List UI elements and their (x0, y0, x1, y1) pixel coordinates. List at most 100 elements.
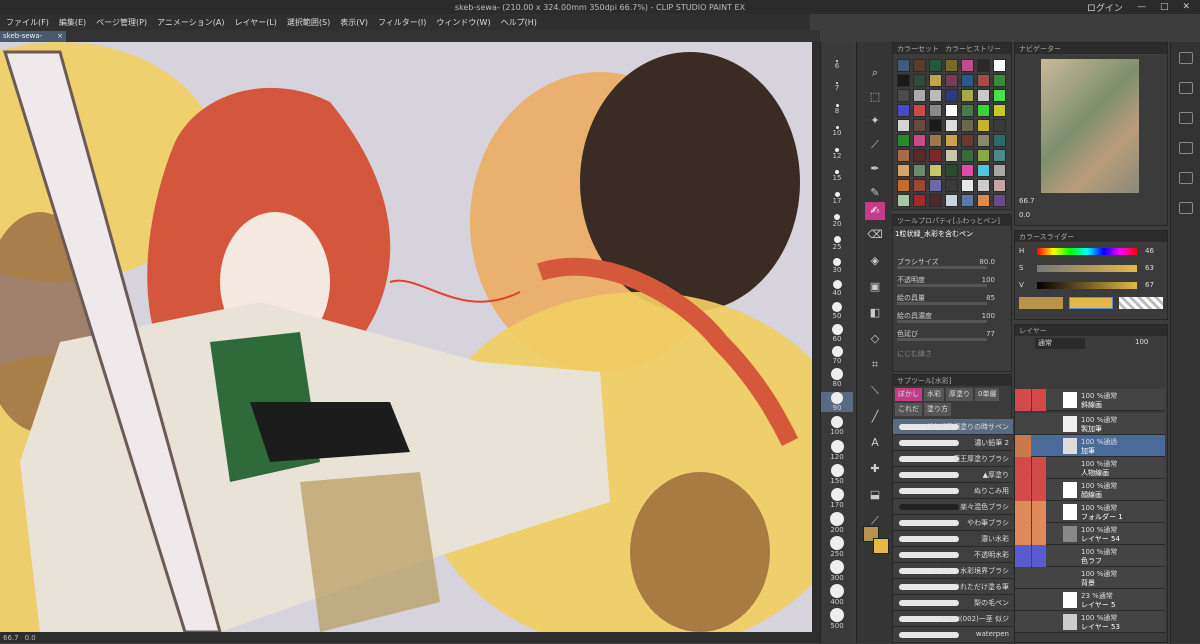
blend-mode-select[interactable]: 通常 (1035, 338, 1085, 349)
color-swatch[interactable] (945, 119, 958, 132)
color-swatch[interactable] (993, 59, 1006, 72)
menu-help[interactable]: ヘルプ(H) (501, 17, 537, 28)
text-tool-icon[interactable]: A (865, 434, 885, 452)
color-swatch[interactable] (961, 149, 974, 162)
brush-size-item[interactable]: 80 (821, 368, 853, 388)
color-swatch[interactable] (977, 164, 990, 177)
color-swatch[interactable] (993, 89, 1006, 102)
main-color-chip[interactable] (1019, 297, 1063, 309)
color-swatch[interactable] (993, 164, 1006, 177)
color-swatch[interactable] (897, 179, 910, 192)
layer-row[interactable]: 100 %通常 レイヤー 54 (1015, 523, 1165, 545)
tab-single-layer[interactable]: 0単層 (975, 388, 1000, 401)
brush-size-item[interactable]: 7 (821, 82, 853, 92)
panel-toggle-icon[interactable] (1179, 52, 1193, 64)
color-swatch[interactable] (929, 134, 942, 147)
color-swatch[interactable] (945, 59, 958, 72)
brush-item[interactable]: やわ筆ブラシ (893, 515, 1013, 531)
brush-size-item[interactable]: 20 (821, 214, 853, 228)
rotation-readout[interactable]: 0.0 (25, 634, 36, 642)
color-swatch[interactable] (929, 104, 942, 117)
hue-value[interactable]: 46 (1145, 247, 1154, 255)
hue-slider[interactable] (1037, 248, 1137, 255)
tab-blur[interactable]: ぼかし (895, 388, 922, 401)
color-swatch[interactable] (913, 89, 926, 102)
brush-size-item[interactable]: 6 (821, 60, 853, 70)
panel-toggle-icon[interactable] (1179, 112, 1193, 124)
brush-size-item[interactable]: 150 (821, 464, 853, 485)
value-value[interactable]: 67 (1145, 281, 1154, 289)
brush-size-item[interactable]: 200 (821, 512, 853, 534)
operation-tool-icon[interactable]: ⬓ (865, 486, 885, 504)
color-swatch[interactable] (929, 59, 942, 72)
color-swatch[interactable] (977, 74, 990, 87)
tab-color-set[interactable]: カラーセット (897, 44, 939, 54)
minimize-button[interactable]: — (1137, 2, 1146, 12)
color-swatch[interactable] (929, 149, 942, 162)
color-swatch[interactable] (897, 59, 910, 72)
close-tab-icon[interactable]: × (57, 31, 63, 42)
color-swatch[interactable] (993, 134, 1006, 147)
menu-filter[interactable]: フィルター(I) (378, 17, 426, 28)
layer-row[interactable]: 100 %通常 人物線画 (1015, 457, 1165, 479)
move-tool-icon[interactable]: ✚ (865, 460, 885, 478)
color-swatch[interactable] (913, 74, 926, 87)
color-swatch[interactable] (977, 134, 990, 147)
blend-tool-icon[interactable]: ◈ (865, 252, 885, 270)
color-swatch[interactable] (929, 74, 942, 87)
color-swatch[interactable] (897, 89, 910, 102)
brush-size-item[interactable]: 500 (821, 608, 853, 630)
color-swatch[interactable] (929, 89, 942, 102)
drawing-canvas[interactable] (0, 42, 812, 632)
eraser-tool-icon[interactable]: ⌫ (865, 226, 885, 244)
color-swatch[interactable] (961, 179, 974, 192)
color-swatch[interactable] (977, 194, 990, 207)
property-opacity[interactable]: 不透明度 100 (897, 273, 1009, 287)
color-swatch[interactable] (977, 179, 990, 192)
figure-tool-icon[interactable]: ◇ (865, 330, 885, 348)
layer-row[interactable]: 100 %通常 フォルダー 1 (1015, 501, 1165, 523)
color-swatch[interactable] (897, 149, 910, 162)
brush-size-item[interactable]: 17 (821, 192, 853, 205)
layer-row[interactable]: 100 %通常 色ラフ (1015, 545, 1165, 567)
layer-row[interactable]: 100 %通常 製加筆 (1015, 413, 1165, 435)
color-swatch[interactable] (897, 134, 910, 147)
color-swatch[interactable] (961, 134, 974, 147)
color-swatch[interactable] (897, 74, 910, 87)
brush-item[interactable]: 濃い水彩 (893, 531, 1013, 547)
zoom-tool-icon[interactable]: ⌕ (865, 64, 885, 82)
brush-size-item[interactable]: 120 (821, 440, 853, 461)
color-swatch[interactable] (993, 74, 1006, 87)
color-swatch[interactable] (913, 164, 926, 177)
brush-item[interactable]: 梨の毛ペン (893, 595, 1013, 611)
brush-item[interactable]: 廃王厚塗りブラシ (893, 451, 1013, 467)
layer-row[interactable]: 100 %通常 背景 (1015, 567, 1165, 589)
brush-size-item[interactable]: 30 (821, 258, 853, 274)
brush-size-item[interactable]: 40 (821, 280, 853, 297)
brush-item[interactable]: LENEN(002)一茎 似ジ (893, 611, 1013, 627)
pen-tool-icon[interactable]: ✒ (865, 160, 885, 178)
magic-wand-icon[interactable]: ✦ (865, 112, 885, 130)
color-swatch[interactable] (961, 104, 974, 117)
color-swatch[interactable] (929, 179, 942, 192)
color-swatch[interactable] (961, 74, 974, 87)
color-swatch[interactable] (929, 194, 942, 207)
brush-item[interactable]: waterpen (893, 627, 1013, 643)
brush-size-item[interactable]: 170 (821, 488, 853, 509)
brush-size-item[interactable]: 10 (821, 126, 853, 137)
frame-tool-icon[interactable]: ⌗ (865, 356, 885, 374)
brush-item[interactable]: されただけ塗る筆 (893, 579, 1013, 595)
panel-toggle-icon[interactable] (1179, 82, 1193, 94)
panel-toggle-icon[interactable] (1179, 172, 1193, 184)
brush-item[interactable]: 濃い鉛筆 2 (893, 435, 1013, 451)
color-swatch[interactable] (945, 134, 958, 147)
color-swatch[interactable] (993, 194, 1006, 207)
tab-paint-method[interactable]: 塗り方 (924, 403, 951, 416)
sub-color-chip[interactable] (1069, 297, 1113, 309)
menu-animation[interactable]: アニメーション(A) (157, 17, 224, 28)
selection-tool-icon[interactable]: ⬚ (865, 88, 885, 106)
menu-layer[interactable]: レイヤー(L) (234, 17, 276, 28)
brush-item[interactable]: ジェル・水彩境界ブラシ (893, 563, 1013, 579)
color-swatch[interactable] (993, 179, 1006, 192)
color-swatch[interactable] (897, 119, 910, 132)
